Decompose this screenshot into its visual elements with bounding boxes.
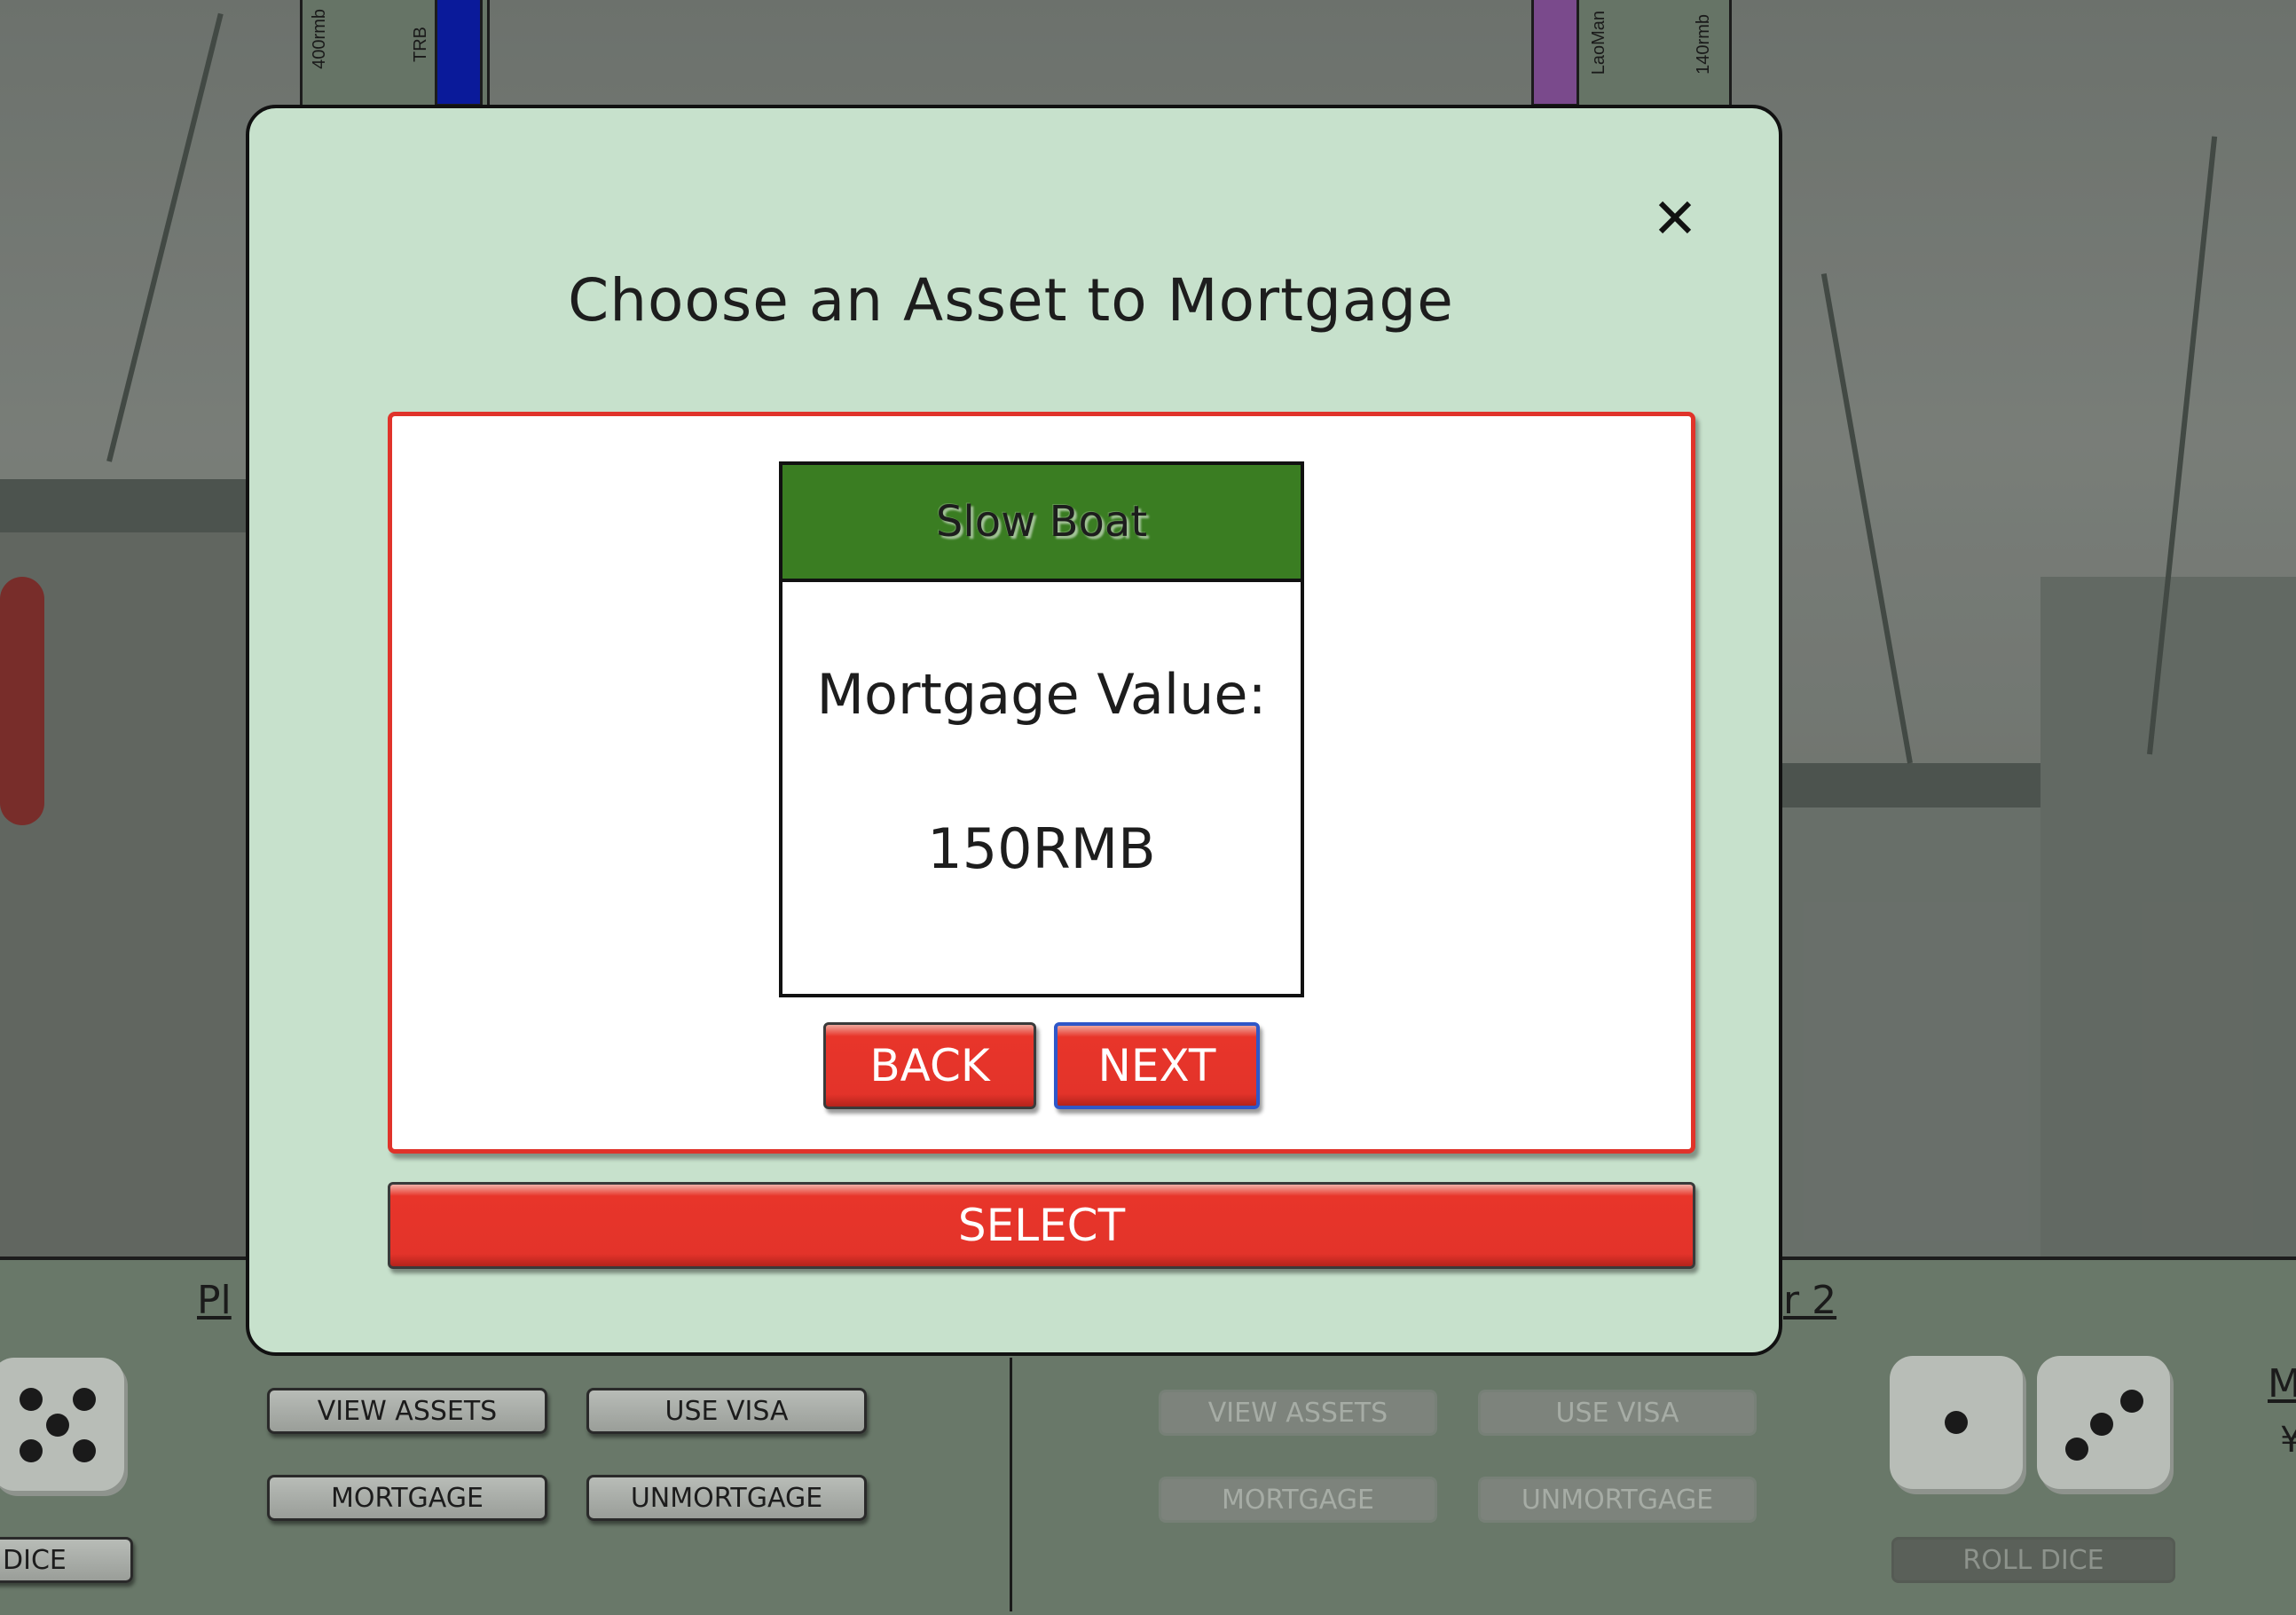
mortgage-value-label: Mortgage Value: bbox=[816, 662, 1267, 727]
select-button[interactable]: SELECT bbox=[388, 1182, 1695, 1269]
modal-overlay: Choose an Asset to Mortgage Slow Boat Mo… bbox=[0, 0, 2296, 1611]
next-button[interactable]: NEXT bbox=[1054, 1022, 1260, 1109]
close-icon bbox=[1658, 201, 1692, 234]
property-card: Slow Boat Mortgage Value: 150RMB bbox=[779, 461, 1304, 997]
mortgage-value: 150RMB bbox=[927, 816, 1156, 881]
close-button[interactable] bbox=[1646, 188, 1704, 247]
back-button[interactable]: BACK bbox=[823, 1022, 1036, 1109]
property-card-name: Slow Boat bbox=[782, 465, 1301, 582]
modal-title: Choose an Asset to Mortgage bbox=[568, 266, 1454, 335]
